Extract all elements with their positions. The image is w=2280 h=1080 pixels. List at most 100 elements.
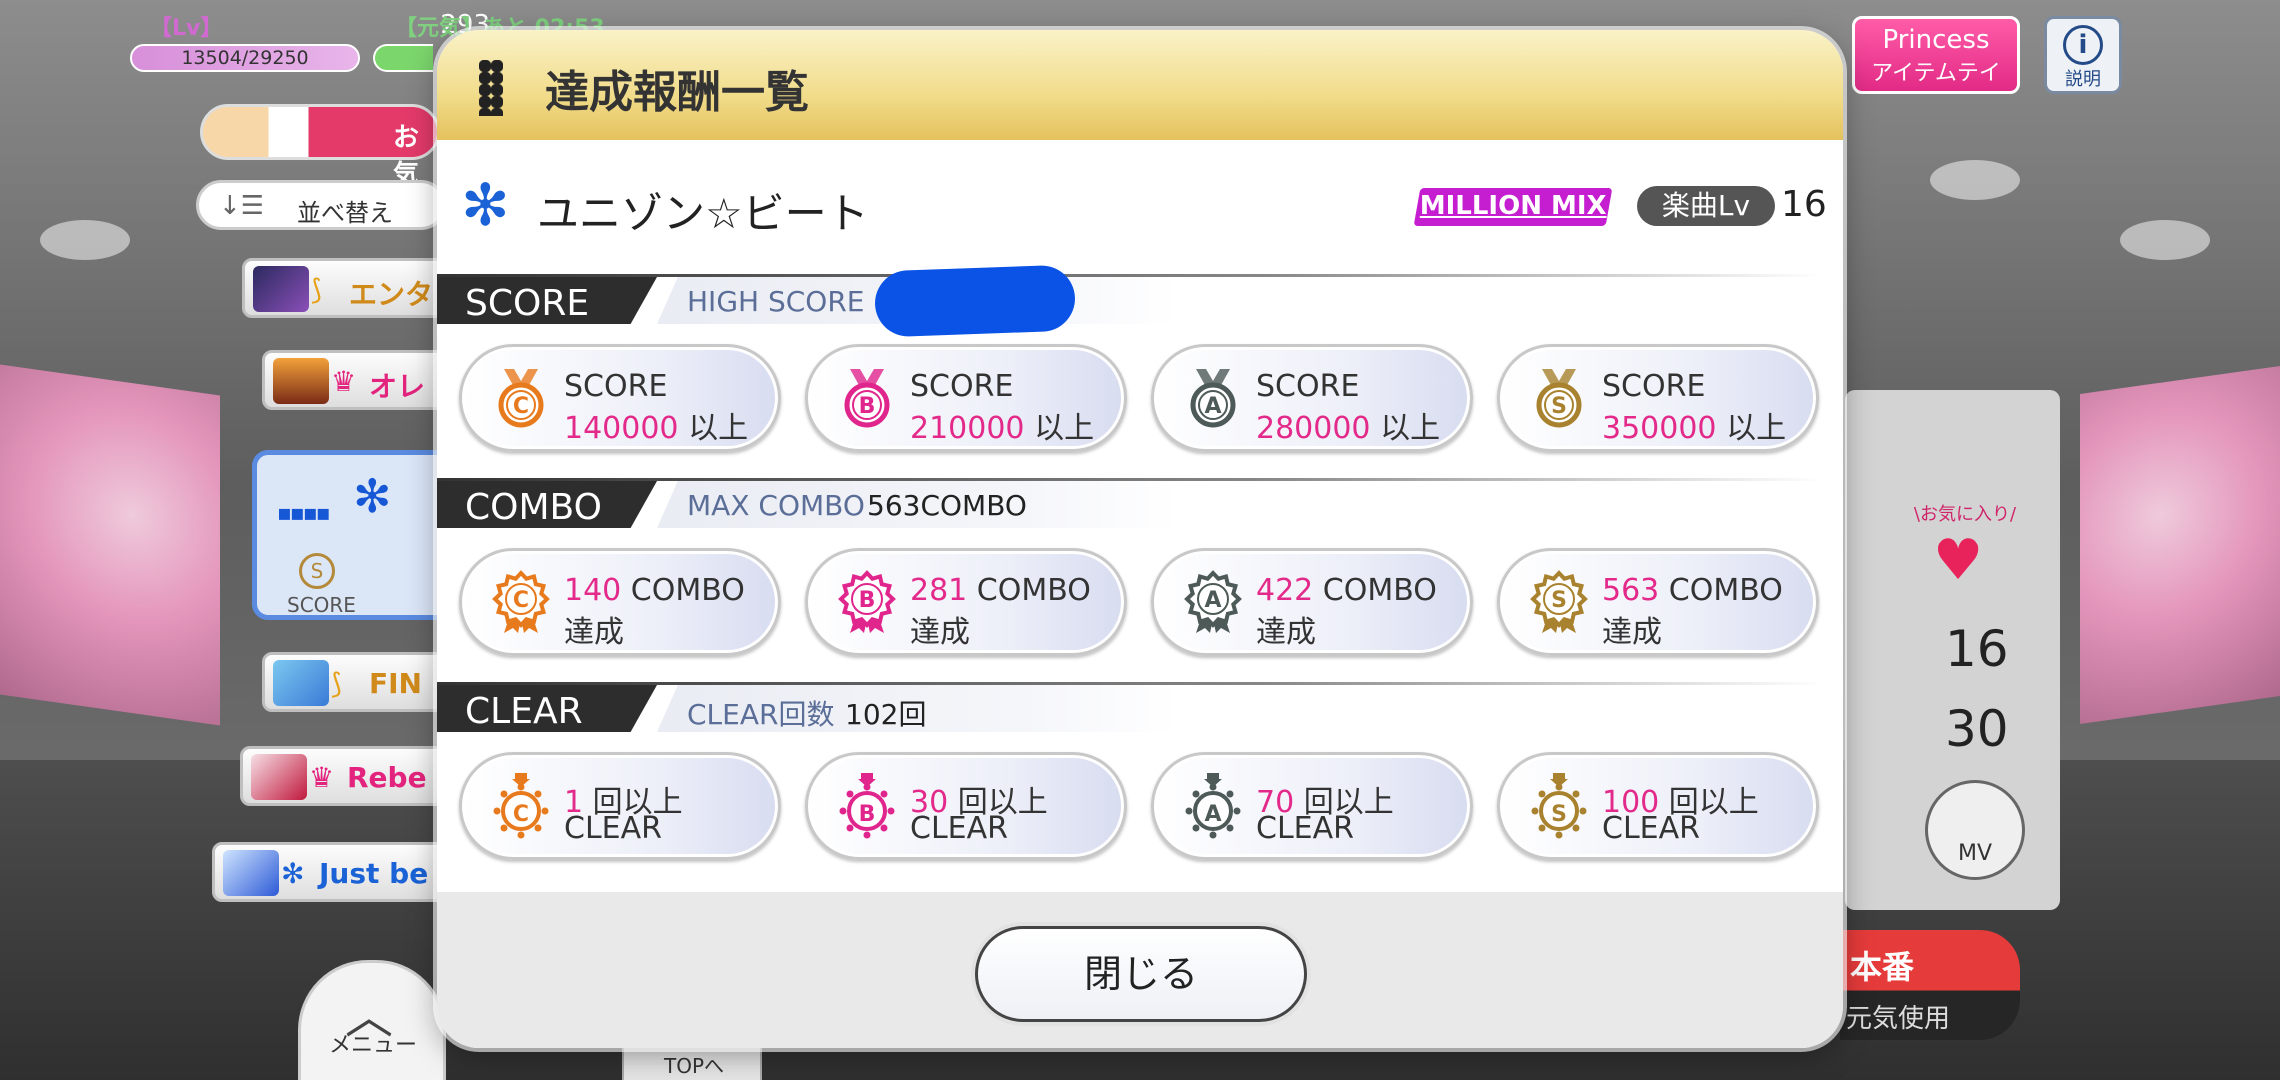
section-label: CLEAR: [465, 691, 583, 732]
selected-song-card[interactable]: ✻ ▪▪▪▪ S SCORE: [252, 450, 452, 620]
svg-text:A: A: [1204, 588, 1221, 613]
section-label: COMBO: [465, 487, 602, 528]
section-info: MAX COMBO 563COMBO: [657, 481, 1177, 528]
crown-icon: ♛: [331, 365, 357, 398]
snowflake-icon: ✻: [353, 469, 392, 523]
svg-text:S: S: [1551, 588, 1567, 613]
reward-line2: 達成: [1602, 615, 1662, 650]
top-button-label: TOPへ: [664, 1054, 725, 1078]
svg-text:S: S: [1551, 394, 1567, 419]
svg-text:S: S: [1551, 802, 1567, 827]
sort-label: 並べ替え: [297, 199, 393, 227]
info-value: 563COMBO: [867, 489, 1027, 522]
mv-label: MV: [1957, 841, 1993, 866]
score-reward-c[interactable]: C SCORE 140000 以上: [459, 344, 781, 452]
list-item[interactable]: ♛ Rebe: [240, 746, 460, 806]
song-name: ユニゾン☆ビート: [537, 189, 869, 238]
reward-line1: 140 COMBO: [564, 573, 745, 608]
mv-button[interactable]: MV: [1925, 780, 2025, 880]
sort-icon: ↓☰: [219, 191, 265, 221]
sort-button[interactable]: ↓☰ 並べ替え: [196, 180, 446, 230]
princess-item-button[interactable]: Princess アイテムテイ: [1852, 16, 2020, 94]
clear-reward-s[interactable]: S 100 回以上 CLEAR: [1497, 752, 1819, 860]
score-medal-label: SCORE: [287, 593, 356, 617]
stage-light: [2120, 220, 2210, 260]
jacket-thumb: [273, 358, 329, 404]
medal-a-icon: A: [1190, 369, 1236, 428]
list-item[interactable]: ✻ Just be: [212, 842, 462, 902]
song-level-badge: 楽曲Lv: [1637, 186, 1775, 226]
combo-reward-b[interactable]: B 281 COMBO 達成: [805, 548, 1127, 656]
svg-text:B: B: [859, 588, 876, 613]
reward-line1: SCORE: [564, 369, 668, 404]
reward-threshold: 350000: [1602, 411, 1717, 446]
medal-s-icon: S: [1531, 773, 1587, 839]
medal-c-icon: C: [492, 570, 550, 633]
svg-text:C: C: [513, 588, 529, 613]
modal-title: 達成報酬一覧: [545, 67, 809, 118]
clear-reward-a[interactable]: A 70 回以上 CLEAR: [1151, 752, 1473, 860]
song-title: エンタ: [349, 278, 434, 311]
medal-a-icon: A: [1184, 570, 1242, 633]
info-label: 説明: [2065, 69, 2101, 90]
score-reward-b[interactable]: B SCORE 210000 以上: [805, 344, 1127, 452]
reward-list-modal: 達成報酬一覧 ✻ ユニゾン☆ビート MILLION MIX 楽曲Lv 16 SC…: [437, 30, 1843, 1048]
reward-line2: 140000 以上: [564, 411, 749, 446]
song-title: FIN: [369, 667, 422, 700]
medal-s-icon: S: [1530, 570, 1588, 633]
favorite-filter[interactable]: お気: [200, 104, 440, 190]
song-list-background: お気 ↓☰ 並べ替え ⟆ エンタ ♛ オレ ✻ ▪▪▪▪ S SCORE ⟆ F…: [0, 0, 462, 1080]
info-button[interactable]: i 説明: [2044, 16, 2122, 94]
medal-s-icon: S: [1536, 369, 1582, 428]
combo-reward-c[interactable]: C 140 COMBO 達成: [459, 548, 781, 656]
level-30: 30: [1945, 700, 2009, 758]
reward-line2: CLEAR: [1602, 811, 1700, 846]
list-item[interactable]: ♛ オレ: [262, 350, 462, 410]
song-title: Just be: [319, 857, 429, 890]
jacket-thumb: [253, 266, 309, 312]
favorite-label: \お気に入り/: [1913, 504, 2017, 525]
song-level-value: 16: [1781, 184, 1827, 225]
reward-threshold: 422: [1256, 573, 1314, 608]
score-section-header: SCORE HIGH SCORE: [437, 264, 1843, 338]
reward-threshold: 280000: [1256, 411, 1371, 446]
section-info: CLEAR回数 102回: [657, 685, 1177, 732]
million-mix-label: MILLION MIX: [1419, 191, 1607, 221]
svg-text:C: C: [513, 802, 529, 827]
info-key: MAX COMBO: [687, 489, 865, 522]
section-tag: SCORE: [437, 277, 657, 324]
score-reward-a[interactable]: A SCORE 280000 以上: [1151, 344, 1473, 452]
reward-line2: 210000 以上: [910, 411, 1095, 446]
item-label: アイテムテイ: [1871, 61, 2001, 86]
reward-line2: CLEAR: [910, 811, 1008, 846]
clear-reward-b[interactable]: B 30 回以上 CLEAR: [805, 752, 1127, 860]
snowflake-icon: ✻: [461, 171, 510, 239]
reward-line1: SCORE: [910, 369, 1014, 404]
clear-reward-c[interactable]: C1 回以上 CLEAR: [459, 752, 781, 860]
reward-line1: 422 COMBO: [1256, 573, 1437, 608]
angel-icon: ⟆: [311, 273, 322, 306]
info-icon: i: [2063, 25, 2103, 65]
medal-b-icon: B: [839, 773, 895, 839]
medal-a-icon: A: [1185, 773, 1241, 839]
combo-reward-s[interactable]: S 563 COMBO 達成: [1497, 548, 1819, 656]
song-detail-panel: \お気に入り/ ♥ 16 30 MV: [1845, 390, 2060, 910]
combo-reward-a[interactable]: A 422 COMBO 達成: [1151, 548, 1473, 656]
medal-s-icon: S: [299, 553, 335, 589]
list-item[interactable]: ⟆ エンタ: [242, 258, 462, 318]
close-button[interactable]: 閉じる: [975, 926, 1307, 1022]
svg-text:C: C: [513, 394, 529, 419]
list-item[interactable]: ⟆ FIN: [262, 652, 462, 712]
reward-line2: 達成: [1256, 615, 1316, 650]
svg-text:A: A: [1204, 394, 1221, 419]
menu-button[interactable]: ︿ メニュー: [298, 960, 446, 1080]
clear-section-header: CLEAR CLEAR回数 102回: [437, 682, 1843, 732]
reward-threshold: 210000: [910, 411, 1025, 446]
reward-line2: 350000 以上: [1602, 411, 1787, 446]
score-reward-s[interactable]: S SCORE 350000 以上: [1497, 344, 1819, 452]
jacket-thumb: [251, 754, 307, 800]
reward-line2: 達成: [910, 615, 970, 650]
info-value: 102回: [845, 698, 927, 731]
heart-icon[interactable]: ♥: [1933, 528, 1983, 593]
live-start-button[interactable]: 本番 元気使用: [1840, 930, 2020, 1040]
